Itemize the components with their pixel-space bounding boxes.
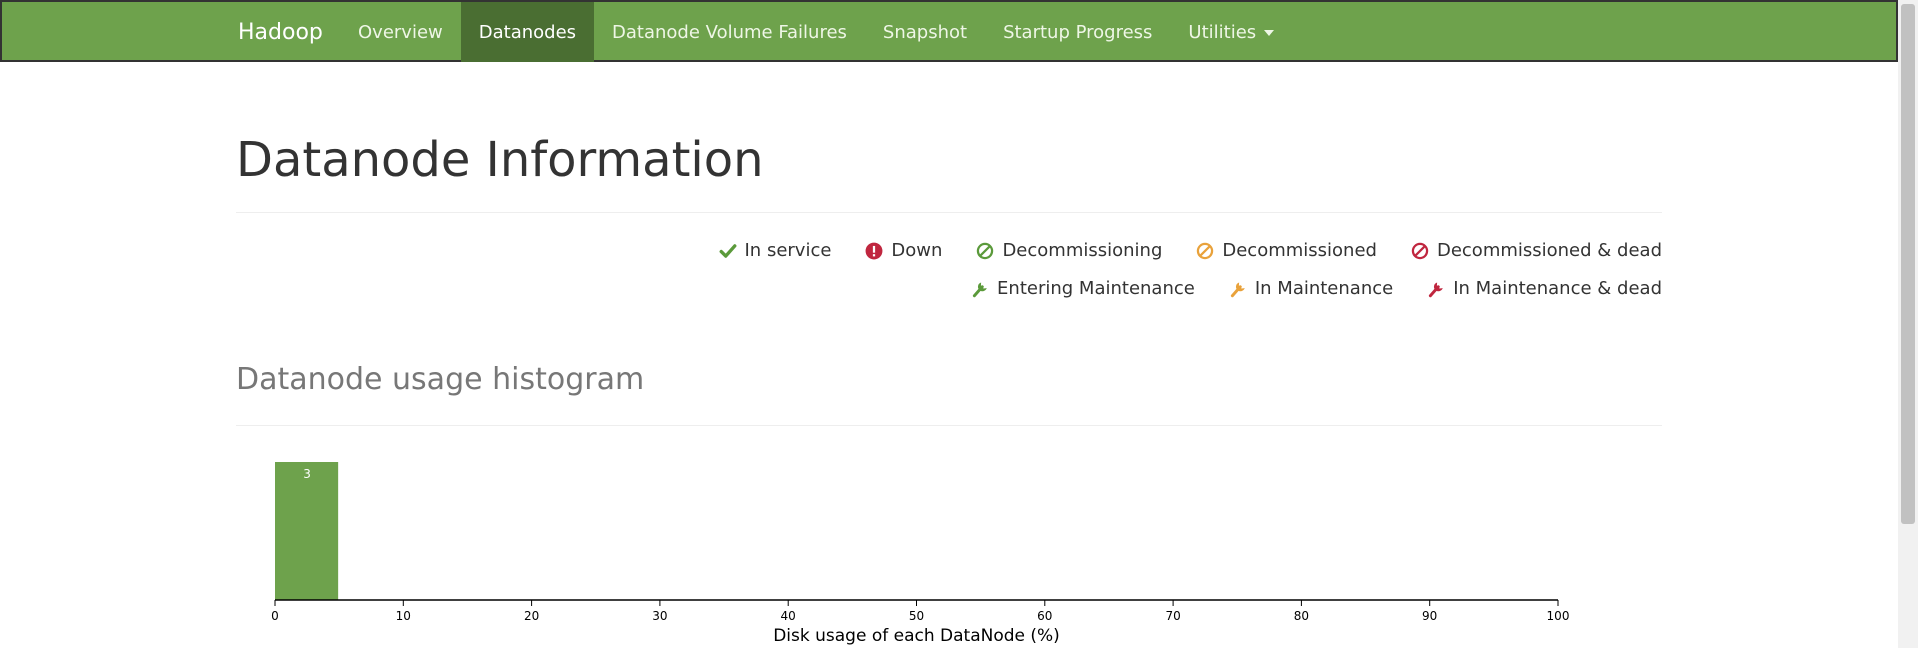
nav-menu: Overview Datanodes Datanode Volume Failu… (340, 2, 1292, 62)
legend-row-2: Entering Maintenance In Maintenance In M… (971, 278, 1662, 299)
nav-startup-progress[interactable]: Startup Progress (985, 2, 1170, 62)
legend-label: In service (744, 240, 832, 261)
bar-count-label: 3 (303, 467, 311, 481)
nav-snapshot[interactable]: Snapshot (865, 2, 985, 62)
page-title: Datanode Information (236, 132, 764, 188)
caret-down-icon (1264, 30, 1275, 36)
wrench-icon (972, 281, 987, 297)
legend-decommissioning: Decommissioning (976, 240, 1162, 261)
legend-label: In Maintenance (1254, 278, 1394, 299)
legend-in-service: In service (719, 240, 832, 261)
legend-row-1: In service Down Decommissioning Decommis… (719, 240, 1662, 261)
ban-icon (1197, 242, 1214, 259)
ban-icon (1411, 242, 1429, 259)
check-icon (719, 243, 736, 258)
brand-link[interactable]: Hadoop (238, 2, 323, 60)
x-tick-label: 80 (1294, 609, 1309, 623)
histogram-section-title: Datanode usage histogram (236, 362, 645, 397)
wrench-icon (1429, 281, 1443, 297)
x-tick-label: 0 (271, 609, 279, 623)
legend-decommissioned: Decommissioned (1196, 240, 1377, 261)
legend-label: Down (891, 240, 943, 261)
legend-label: Decommissioned (1222, 240, 1377, 261)
legend-down: Down (865, 240, 942, 261)
nav-utilities-label: Utilities (1188, 22, 1257, 43)
legend-label: Decommissioned & dead (1436, 240, 1662, 261)
vertical-scrollbar[interactable] (1898, 0, 1918, 648)
ban-icon (977, 242, 994, 259)
legend-in-maintenance-dead: In Maintenance & dead (1427, 278, 1662, 299)
scrollbar-thumb[interactable] (1901, 4, 1915, 524)
top-navbar: Hadoop Overview Datanodes Datanode Volum… (0, 0, 1898, 62)
nav-utilities-dropdown[interactable]: Utilities (1170, 2, 1292, 62)
usage-histogram: 30 10 20 30 40 50 60 70 80 90 100Disk usage of eac… (271, 462, 1570, 646)
wrench-icon (1230, 281, 1245, 297)
legend-label: Decommissioning (1002, 240, 1163, 261)
x-tick-label: 100 (1547, 609, 1570, 623)
x-tick-label: 30 (652, 609, 667, 623)
x-tick-label: 50 (909, 609, 924, 623)
legend-label: In Maintenance & dead (1453, 278, 1662, 299)
exclamation-circle-icon (865, 242, 883, 259)
section-divider (236, 425, 1662, 426)
nav-overview[interactable]: Overview (340, 2, 461, 62)
x-tick-label: 90 (1422, 609, 1437, 623)
x-tick-label: 40 (781, 609, 796, 623)
legend-in-maintenance: In Maintenance (1229, 278, 1393, 299)
x-tick-label: 10 (396, 609, 411, 623)
title-divider (236, 212, 1662, 213)
histogram-bar (275, 462, 339, 600)
nav-datanode-volume-failures[interactable]: Datanode Volume Failures (594, 2, 865, 62)
legend-label: Entering Maintenance (997, 278, 1195, 299)
nav-datanodes[interactable]: Datanodes (460, 2, 595, 62)
x-tick-label: 20 (524, 609, 539, 623)
x-axis-label: Disk usage of each DataNode (%) (773, 626, 1060, 646)
legend-decommissioned-dead: Decommissioned & dead (1411, 240, 1662, 261)
x-tick-label: 70 (1165, 609, 1180, 623)
legend-entering-maintenance: Entering Maintenance (971, 278, 1195, 299)
x-tick-label: 60 (1037, 609, 1052, 623)
